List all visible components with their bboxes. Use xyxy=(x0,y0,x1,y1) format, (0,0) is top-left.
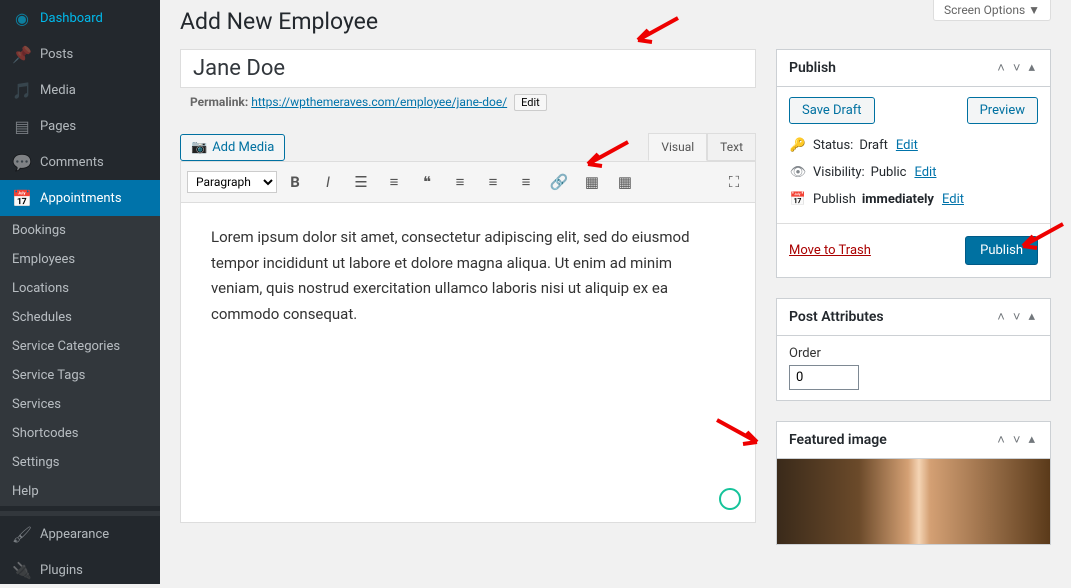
format-select[interactable]: Paragraph xyxy=(187,171,277,193)
submenu-shortcodes[interactable]: Shortcodes xyxy=(0,419,160,448)
menu-appointments[interactable]: 📅Appointments xyxy=(0,180,160,216)
publish-button[interactable]: Publish xyxy=(965,236,1038,265)
eye-icon: 👁 xyxy=(789,165,807,180)
toggle-icon[interactable]: ▴ xyxy=(1025,309,1038,325)
submenu-service-categories[interactable]: Service Categories xyxy=(0,332,160,361)
menu-posts[interactable]: 📌Posts xyxy=(0,36,160,72)
submenu-locations[interactable]: Locations xyxy=(0,274,160,303)
pages-icon: ▤ xyxy=(12,116,32,136)
menu-dashboard[interactable]: ◉Dashboard xyxy=(0,0,160,36)
bullet-list-button[interactable]: ☰ xyxy=(346,168,376,196)
publish-title: Publish xyxy=(789,60,836,76)
toggle-icon[interactable]: ▴ xyxy=(1025,60,1038,76)
align-center-button[interactable]: ≡ xyxy=(478,168,508,196)
main-content: Screen Options ▼ Add New Employee Permal… xyxy=(160,0,1071,584)
post-title-input[interactable] xyxy=(180,49,756,88)
admin-sidebar: ◉Dashboard 📌Posts 🎵Media ▤Pages 💬Comment… xyxy=(0,0,160,584)
key-icon: 🔑 xyxy=(789,138,807,153)
add-media-button[interactable]: 📷Add Media xyxy=(180,134,285,161)
menu-media[interactable]: 🎵Media xyxy=(0,72,160,108)
fullscreen-button[interactable]: ⛶ xyxy=(719,168,749,196)
publish-metabox: Publish ˄˅▴ Save Draft Preview 🔑Status: … xyxy=(776,49,1051,278)
featured-image-metabox: Featured image ˄˅▴ xyxy=(776,421,1051,545)
featured-image-title: Featured image xyxy=(789,432,887,448)
tab-visual[interactable]: Visual xyxy=(648,133,707,161)
submenu-schedules[interactable]: Schedules xyxy=(0,303,160,332)
more-button[interactable]: ▦ xyxy=(577,168,607,196)
move-down-icon[interactable]: ˅ xyxy=(1010,432,1024,448)
submenu-employees[interactable]: Employees xyxy=(0,245,160,274)
calendar-icon: 📅 xyxy=(12,188,32,208)
brush-icon: 🖌 xyxy=(12,524,32,544)
move-down-icon[interactable]: ˅ xyxy=(1010,60,1024,76)
permalink-label: Permalink: xyxy=(190,95,248,109)
bold-button[interactable]: B xyxy=(280,168,310,196)
permalink-row: Permalink: https://wpthemeraves.com/empl… xyxy=(180,88,756,117)
submenu-settings[interactable]: Settings xyxy=(0,448,160,477)
menu-plugins[interactable]: 🔌Plugins xyxy=(0,552,160,588)
move-down-icon[interactable]: ˅ xyxy=(1010,309,1024,325)
editor-content[interactable]: Lorem ipsum dolor sit amet, consectetur … xyxy=(180,203,756,523)
plugin-icon: 🔌 xyxy=(12,560,32,580)
submenu-service-tags[interactable]: Service Tags xyxy=(0,361,160,390)
link-button[interactable]: 🔗 xyxy=(544,168,574,196)
move-up-icon[interactable]: ˄ xyxy=(994,432,1008,448)
move-up-icon[interactable]: ˄ xyxy=(994,309,1008,325)
submenu-services[interactable]: Services xyxy=(0,390,160,419)
align-left-button[interactable]: ≡ xyxy=(445,168,475,196)
pin-icon: 📌 xyxy=(12,44,32,64)
italic-button[interactable]: I xyxy=(313,168,343,196)
post-attributes-metabox: Post Attributes ˄˅▴ Order xyxy=(776,298,1051,401)
tab-text[interactable]: Text xyxy=(707,133,756,161)
comment-icon: 💬 xyxy=(12,152,32,172)
permalink-url[interactable]: https://wpthemeraves.com/employee/jane-d… xyxy=(251,95,507,109)
order-label: Order xyxy=(789,346,1038,361)
permalink-edit-button[interactable]: Edit xyxy=(514,94,547,111)
align-right-button[interactable]: ≡ xyxy=(511,168,541,196)
calendar-small-icon: 📅 xyxy=(789,192,807,207)
grammarly-icon xyxy=(719,488,741,510)
post-attributes-title: Post Attributes xyxy=(789,309,884,325)
move-up-icon[interactable]: ˄ xyxy=(994,60,1008,76)
submenu-bookings[interactable]: Bookings xyxy=(0,216,160,245)
preview-button[interactable]: Preview xyxy=(967,97,1038,124)
submenu-help[interactable]: Help xyxy=(0,477,160,506)
camera-icon: 📷 xyxy=(191,140,207,155)
menu-comments[interactable]: 💬Comments xyxy=(0,144,160,180)
screen-options-button[interactable]: Screen Options ▼ xyxy=(933,0,1051,21)
order-input[interactable] xyxy=(789,365,859,390)
menu-pages[interactable]: ▤Pages xyxy=(0,108,160,144)
numbered-list-button[interactable]: ≡ xyxy=(379,168,409,196)
gauge-icon: ◉ xyxy=(12,8,32,28)
save-draft-button[interactable]: Save Draft xyxy=(789,97,875,124)
menu-appearance[interactable]: 🖌Appearance xyxy=(0,516,160,552)
editor-tabs: Visual Text xyxy=(648,133,756,161)
move-to-trash-link[interactable]: Move to Trash xyxy=(789,243,871,258)
toggle-icon[interactable]: ▴ xyxy=(1025,432,1038,448)
quote-button[interactable]: ❝ xyxy=(412,168,442,196)
page-title: Add New Employee xyxy=(180,8,1051,35)
featured-image-thumbnail[interactable] xyxy=(777,459,1050,544)
editor-toolbar: Paragraph B I ☰ ≡ ❝ ≡ ≡ ≡ 🔗 ▦ ▦ ⛶ xyxy=(180,161,756,203)
edit-visibility-link[interactable]: Edit xyxy=(914,165,936,180)
media-icon: 🎵 xyxy=(12,80,32,100)
toolbar-toggle-button[interactable]: ▦ xyxy=(610,168,640,196)
edit-schedule-link[interactable]: Edit xyxy=(942,192,964,207)
edit-status-link[interactable]: Edit xyxy=(896,138,918,153)
